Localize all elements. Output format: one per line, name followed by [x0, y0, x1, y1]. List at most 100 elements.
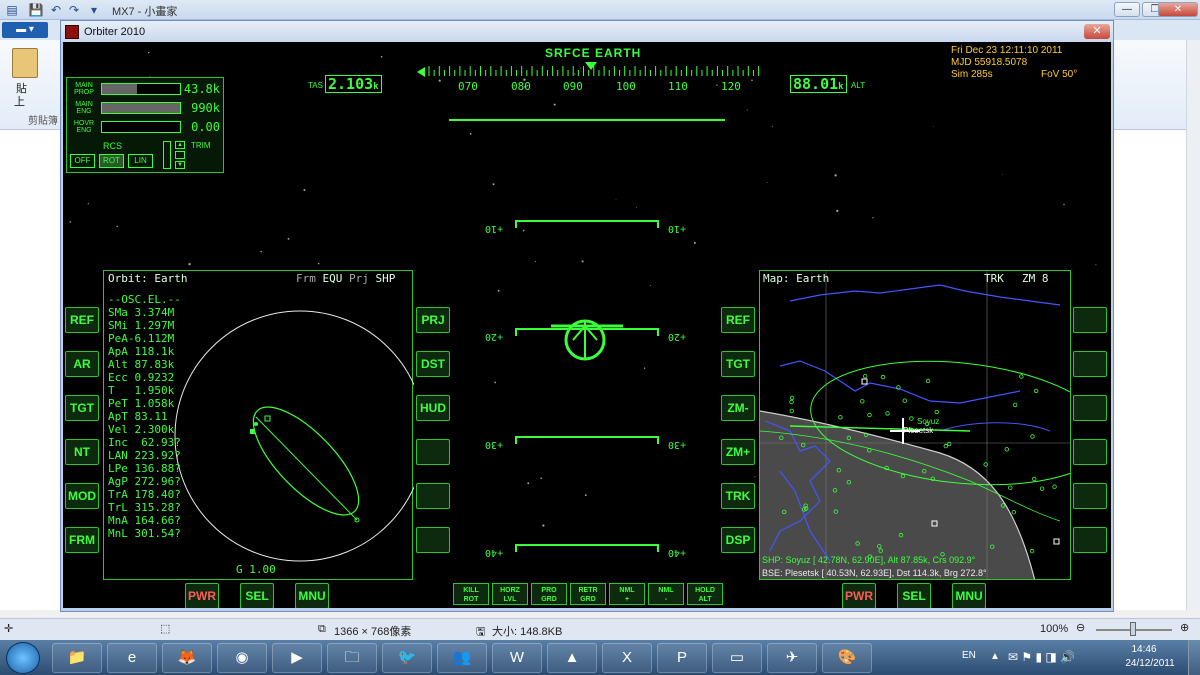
right-mfd-btn-blank-1[interactable] [1073, 351, 1107, 377]
chrome-icon[interactable]: ◉ [217, 643, 267, 673]
left-mfd-btn-frm[interactable]: FRM [65, 527, 99, 553]
left-mfd-sel-button[interactable]: SEL [240, 583, 274, 608]
start-button[interactable] [6, 642, 40, 674]
alt-value: 88.01 [793, 75, 839, 93]
left-mfd-btn-mod[interactable]: MOD [65, 483, 99, 509]
firefox-icon[interactable]: 🦊 [162, 643, 212, 673]
clock-date[interactable]: 24/12/2011 [1122, 658, 1178, 669]
left-mfd-btn-nt[interactable]: NT [65, 439, 99, 465]
right-mfd-btn-zm-minus[interactable]: ZM- [721, 395, 755, 421]
rcs-rot-button[interactable]: ROT [99, 154, 124, 168]
orbiter-viewport[interactable]: SRFCE EARTH 070 080 090 100 110 120 TAS … [63, 42, 1111, 608]
customize-toolbar-icon[interactable]: ▾ [86, 2, 102, 18]
left-mfd-btn-tgt[interactable]: TGT [65, 395, 99, 421]
tray-icons[interactable]: ✉ ⚑ ▮ ◨ 🔊 [1008, 650, 1075, 664]
paint-icon[interactable]: 🎨 [822, 643, 872, 673]
thunderbird-icon[interactable]: 🐦 [382, 643, 432, 673]
nav-button-line1: RETR [578, 587, 598, 594]
pdf-icon[interactable]: ▲ [547, 643, 597, 673]
save-icon[interactable]: 💾 [28, 2, 44, 18]
nav-nmlminusplus-button[interactable]: NML + [609, 583, 645, 605]
powerpoint-icon[interactable]: P [657, 643, 707, 673]
redo-icon[interactable]: ↷ [66, 2, 82, 18]
right-mfd-mnu-button[interactable]: MNU [952, 583, 986, 608]
nav-killminusrot-button[interactable]: KILL ROT [453, 583, 489, 605]
excel-icon[interactable]: X [602, 643, 652, 673]
trim-center-button[interactable] [175, 151, 185, 159]
right-mfd-sel-button[interactable]: SEL [897, 583, 931, 608]
right-mfd-btn-trk[interactable]: TRK [721, 483, 755, 509]
right-mfd-btn-zm-plus[interactable]: ZM+ [721, 439, 755, 465]
trim-up-button[interactable]: ▲ [175, 141, 185, 149]
engine-label: HOVR ENG [73, 120, 95, 134]
left-mfd-btn-ref[interactable]: REF [65, 307, 99, 333]
paint-app-icon[interactable]: ▤ [4, 2, 20, 18]
right-mfd-btn-dsp[interactable]: DSP [721, 527, 755, 553]
rcs-off-button[interactable]: OFF [70, 154, 95, 168]
zoom-slider-handle[interactable] [1130, 622, 1136, 636]
vertical-scrollbar[interactable] [1186, 40, 1200, 610]
clock-time[interactable]: 14:46 [1122, 644, 1166, 655]
left-mfd-btn-blank-5[interactable] [416, 527, 450, 553]
left-mfd-pwr-button[interactable]: PWR [185, 583, 219, 608]
paste-icon[interactable] [12, 48, 38, 78]
sim-mjd: MJD 55918.5078 [951, 57, 1028, 68]
orbital-element-row: TrA 178.40? [108, 488, 181, 501]
file-menu-button[interactable]: ▬ ▾ [2, 22, 48, 38]
right-mfd-screen[interactable]: Map: Earth TRK ZM 8 Soyuz Plesetsk SHP: … [759, 270, 1071, 580]
right-mfd-pwr-button[interactable]: PWR [842, 583, 876, 608]
language-indicator[interactable]: EN [962, 650, 976, 661]
orbiter-icon[interactable]: ✈ [767, 643, 817, 673]
minimize-button[interactable]: — [1114, 2, 1140, 17]
right-mfd-btn-blank-3[interactable] [1073, 439, 1107, 465]
left-mfd-btn-blank-4[interactable] [416, 483, 450, 509]
trim-label: TRIM [191, 141, 211, 150]
right-mfd-btn-blank-4[interactable] [1073, 483, 1107, 509]
trim-down-button[interactable]: ▼ [175, 161, 185, 169]
show-hidden-icons-button[interactable]: ▲ [990, 651, 1000, 662]
left-mfd-btn-ar[interactable]: AR [65, 351, 99, 377]
orbital-element-row: SMi 1.297M [108, 319, 175, 332]
left-mfd-mnu-button[interactable]: MNU [295, 583, 329, 608]
rcs-lin-button[interactable]: LIN [128, 154, 153, 168]
left-mfd-btn-dst[interactable]: DST [416, 351, 450, 377]
right-mfd-btn-tgt[interactable]: TGT [721, 351, 755, 377]
nav-retrminusgrd-button[interactable]: RETR GRD [570, 583, 606, 605]
left-mfd-screen[interactable]: Orbit: Earth Frm EQU Prj SHP --OSC.EL.--… [103, 270, 414, 580]
map-base-info: BSE: Plesetsk [ 40.53N, 62.93E], Dst 114… [762, 568, 987, 578]
right-mfd-btn-blank-5[interactable] [1073, 527, 1107, 553]
map-label-plesetsk: Plesetsk [903, 426, 934, 435]
zoom-in-button[interactable]: ⊕ [1180, 621, 1189, 634]
left-mfd-btn-hud[interactable]: HUD [416, 395, 450, 421]
nav-button-line2: ALT [698, 596, 712, 603]
right-mfd-btn-ref[interactable]: REF [721, 307, 755, 333]
ribbon-right [1114, 40, 1186, 130]
word-icon[interactable]: W [492, 643, 542, 673]
explorer-icon[interactable]: 📁 [52, 643, 102, 673]
orbiter-close-button[interactable]: ✕ [1084, 24, 1110, 39]
nav-holdminusalt-button[interactable]: HOLD ALT [687, 583, 723, 605]
nav-nmlminus--button[interactable]: NML - [648, 583, 684, 605]
canvas-margin [0, 130, 60, 610]
right-mfd-btn-blank-2[interactable] [1073, 395, 1107, 421]
nav-prominusgrd-button[interactable]: PRO GRD [531, 583, 567, 605]
folder-icon[interactable]: 🗀 [327, 643, 377, 673]
left-mfd-btn-blank-3[interactable] [416, 439, 450, 465]
right-mfd-btn-blank-0[interactable] [1073, 307, 1107, 333]
orbiter-titlebar[interactable] [61, 21, 1113, 42]
ie-icon[interactable]: e [107, 643, 157, 673]
paint-titlebar: ▤ 💾 ↶ ↷ ▾ MX7 - 小畫家 — ❐ ✕ [0, 0, 1200, 20]
media-icon[interactable]: ▶ [272, 643, 322, 673]
undo-icon[interactable]: ↶ [48, 2, 64, 18]
notes-icon[interactable]: ▭ [712, 643, 762, 673]
paste-dropdown[interactable]: 上 [14, 93, 25, 109]
messenger-icon[interactable]: 👥 [437, 643, 487, 673]
zoom-out-button[interactable]: ⊖ [1076, 621, 1085, 634]
nav-horzminuslvl-button[interactable]: HORZ LVL [492, 583, 528, 605]
show-desktop-button[interactable] [1188, 640, 1200, 675]
nav-button-line2: LVL [503, 596, 517, 603]
sim-time: Sim 285s [951, 69, 993, 80]
close-button[interactable]: ✕ [1158, 2, 1198, 17]
orbital-element-row: ApT 83.11 [108, 410, 168, 423]
left-mfd-btn-prj[interactable]: PRJ [416, 307, 450, 333]
